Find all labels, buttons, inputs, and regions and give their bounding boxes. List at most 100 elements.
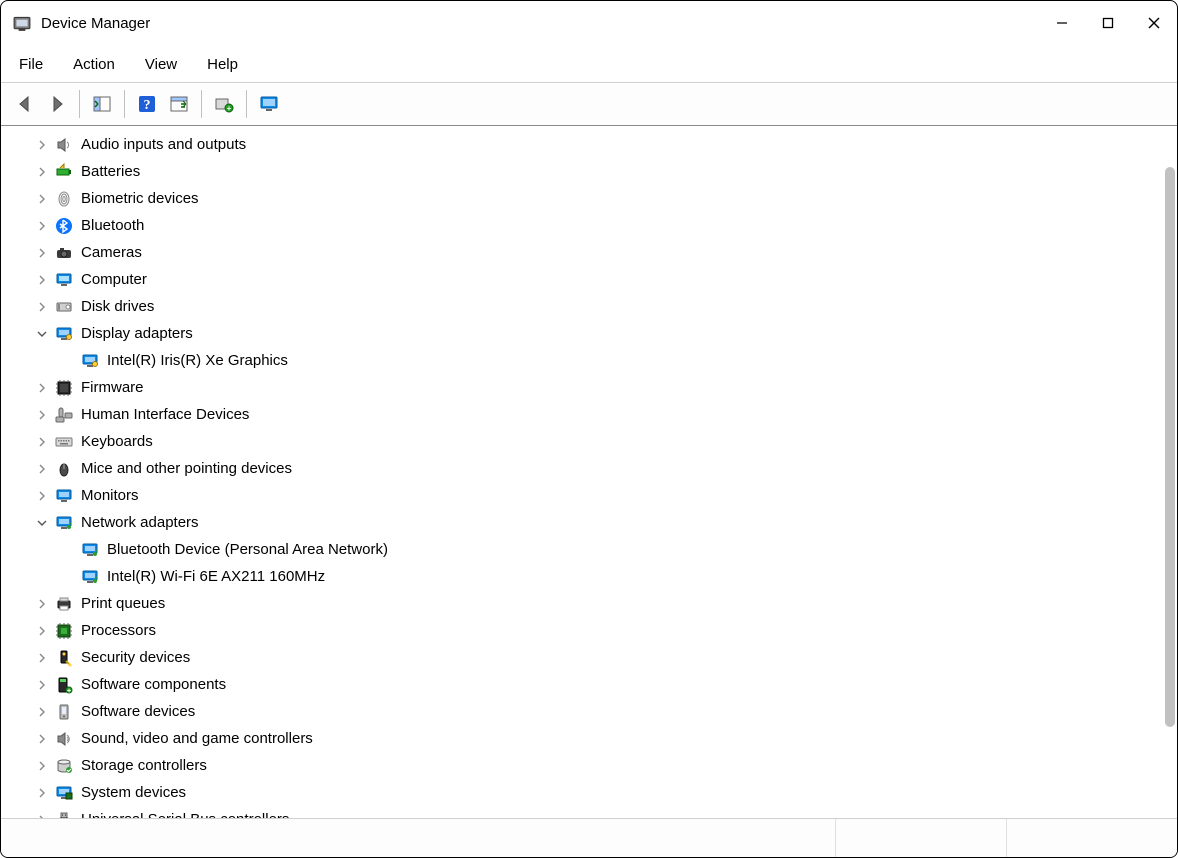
tree-row[interactable]: Cameras	[9, 239, 1177, 266]
tree-row[interactable]: Biometric devices	[9, 185, 1177, 212]
tree-row[interactable]: Security devices	[9, 644, 1177, 671]
speaker-icon	[55, 136, 73, 154]
usb-icon	[55, 811, 73, 819]
tree-row[interactable]: Universal Serial Bus controllers	[9, 806, 1177, 818]
maximize-button[interactable]	[1085, 4, 1131, 42]
chevron-right-icon[interactable]	[35, 219, 49, 233]
tree-row[interactable]: Software devices	[9, 698, 1177, 725]
tree-node-label: Intel(R) Wi-Fi 6E AX211 160MHz	[105, 568, 327, 585]
chevron-right-icon[interactable]	[35, 759, 49, 773]
tree-node-label: Monitors	[79, 487, 141, 504]
show-hide-console-tree-button[interactable]	[88, 90, 116, 118]
tree-row[interactable]: Network adapters	[9, 509, 1177, 536]
svg-text:+: +	[227, 104, 232, 113]
system-icon	[55, 784, 73, 802]
back-button[interactable]	[11, 90, 39, 118]
chevron-right-icon[interactable]	[35, 489, 49, 503]
chevron-right-icon[interactable]	[35, 813, 49, 819]
fingerprint-icon	[55, 190, 73, 208]
chevron-right-icon[interactable]	[35, 786, 49, 800]
menu-file[interactable]: File	[13, 54, 49, 75]
chevron-down-icon[interactable]	[35, 327, 49, 341]
printer-icon	[55, 595, 73, 613]
tree-row[interactable]: Batteries	[9, 158, 1177, 185]
statusbar	[1, 818, 1177, 857]
tree-node-label: Storage controllers	[79, 757, 209, 774]
chevron-right-icon[interactable]	[35, 435, 49, 449]
toolbar-separator	[79, 90, 80, 118]
help-button[interactable]: ?	[133, 90, 161, 118]
chevron-right-icon[interactable]	[35, 732, 49, 746]
status-cell	[835, 819, 1006, 857]
tree-row[interactable]: Bluetooth	[9, 212, 1177, 239]
tree-row[interactable]: Intel(R) Wi-Fi 6E AX211 160MHz	[9, 563, 1177, 590]
tree-row[interactable]: Print queues	[9, 590, 1177, 617]
chevron-right-icon[interactable]	[35, 192, 49, 206]
network-icon	[81, 568, 99, 586]
tree-node-label: Batteries	[79, 163, 142, 180]
toolbar-separator	[124, 90, 125, 118]
titlebar: Device Manager	[1, 1, 1177, 46]
chevron-down-icon[interactable]	[35, 516, 49, 530]
menu-view[interactable]: View	[139, 54, 183, 75]
display-icon	[55, 325, 73, 343]
tree-row[interactable]: Computer	[9, 266, 1177, 293]
vertical-scrollbar[interactable]	[1165, 167, 1175, 727]
menu-help[interactable]: Help	[201, 54, 244, 75]
tree-row[interactable]: Monitors	[9, 482, 1177, 509]
tree-node-label: Security devices	[79, 649, 192, 666]
chevron-right-icon[interactable]	[35, 165, 49, 179]
chevron-right-icon[interactable]	[35, 273, 49, 287]
network-icon	[81, 541, 99, 559]
devices-by-type-button[interactable]	[255, 90, 283, 118]
tree-row[interactable]: Keyboards	[9, 428, 1177, 455]
chevron-right-icon[interactable]	[35, 705, 49, 719]
chevron-right-icon[interactable]	[35, 381, 49, 395]
device-manager-window: Device Manager File Action View Help	[0, 0, 1178, 858]
tree-row[interactable]: Storage controllers	[9, 752, 1177, 779]
mouse-icon	[55, 460, 73, 478]
tree-row[interactable]: Display adapters	[9, 320, 1177, 347]
chevron-right-icon[interactable]	[35, 408, 49, 422]
tree-row[interactable]: Audio inputs and outputs	[9, 131, 1177, 158]
properties-button[interactable]	[165, 90, 193, 118]
tree-row[interactable]: Processors	[9, 617, 1177, 644]
chevron-right-icon[interactable]	[35, 678, 49, 692]
tree-row[interactable]: System devices	[9, 779, 1177, 806]
chevron-right-icon[interactable]	[35, 246, 49, 260]
disk-icon	[55, 298, 73, 316]
chevron-right-icon[interactable]	[35, 624, 49, 638]
tree-row[interactable]: Human Interface Devices	[9, 401, 1177, 428]
forward-button[interactable]	[43, 90, 71, 118]
tree-row[interactable]: Mice and other pointing devices	[9, 455, 1177, 482]
device-tree[interactable]: Audio inputs and outputs Batteries Biometr…	[1, 127, 1177, 818]
status-cell	[1, 819, 835, 857]
tree-row[interactable]: Firmware	[9, 374, 1177, 401]
cpu-icon	[55, 622, 73, 640]
chevron-right-icon[interactable]	[35, 138, 49, 152]
chevron-right-icon[interactable]	[35, 597, 49, 611]
minimize-button[interactable]	[1039, 4, 1085, 42]
tree-node-label: Software components	[79, 676, 228, 693]
status-cell	[1006, 819, 1177, 857]
close-button[interactable]	[1131, 4, 1177, 42]
toolbar-separator	[246, 90, 247, 118]
menu-action[interactable]: Action	[67, 54, 121, 75]
bluetooth-icon	[55, 217, 73, 235]
window-controls	[1039, 4, 1177, 42]
display-icon	[81, 352, 99, 370]
no-twisty	[61, 354, 75, 368]
tree-row[interactable]: Intel(R) Iris(R) Xe Graphics	[9, 347, 1177, 374]
tree-node-label: Biometric devices	[79, 190, 201, 207]
tree-row[interactable]: Bluetooth Device (Personal Area Network)	[9, 536, 1177, 563]
tree-node-label: System devices	[79, 784, 188, 801]
chevron-right-icon[interactable]	[35, 300, 49, 314]
tree-node-label: Computer	[79, 271, 149, 288]
scan-hardware-button[interactable]: +	[210, 90, 238, 118]
chevron-right-icon[interactable]	[35, 462, 49, 476]
tree-node-label: Keyboards	[79, 433, 155, 450]
tree-row[interactable]: Sound, video and game controllers	[9, 725, 1177, 752]
tree-row[interactable]: Disk drives	[9, 293, 1177, 320]
chevron-right-icon[interactable]	[35, 651, 49, 665]
tree-row[interactable]: +Software components	[9, 671, 1177, 698]
